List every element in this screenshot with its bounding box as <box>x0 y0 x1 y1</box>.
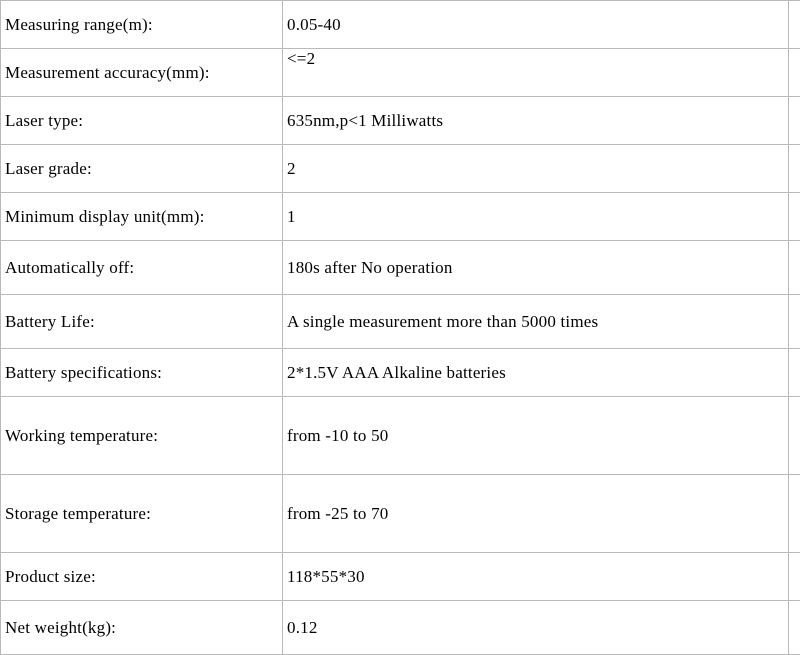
spec-spacer <box>789 553 800 601</box>
table-row: Measurement accuracy(mm): <=2 <box>1 49 800 97</box>
spec-value: 2 <box>283 145 789 193</box>
spec-value: from -10 to 50 <box>283 397 789 475</box>
spec-value: 0.05-40 <box>283 1 789 49</box>
spec-value: 180s after No operation <box>283 241 789 295</box>
spec-label: Product size: <box>1 553 283 601</box>
spec-label: Measuring range(m): <box>1 1 283 49</box>
spec-label: Laser grade: <box>1 145 283 193</box>
table-row: Working temperature: from -10 to 50 <box>1 397 800 475</box>
spec-label: Laser type: <box>1 97 283 145</box>
spec-table: Measuring range(m): 0.05-40 Measurement … <box>0 0 800 655</box>
spec-spacer <box>789 97 800 145</box>
spec-spacer <box>789 349 800 397</box>
spec-label: Battery Life: <box>1 295 283 349</box>
spec-spacer <box>789 193 800 241</box>
table-row: Laser grade: 2 <box>1 145 800 193</box>
spec-label: Battery specifications: <box>1 349 283 397</box>
spec-label: Storage temperature: <box>1 475 283 553</box>
spec-value: 1 <box>283 193 789 241</box>
spec-label: Measurement accuracy(mm): <box>1 49 283 97</box>
table-row: Product size: 118*55*30 <box>1 553 800 601</box>
table-row: Measuring range(m): 0.05-40 <box>1 1 800 49</box>
spec-spacer <box>789 295 800 349</box>
spec-value: 635nm,p<1 Milliwatts <box>283 97 789 145</box>
table-row: Net weight(kg): 0.12 <box>1 601 800 655</box>
spec-spacer <box>789 1 800 49</box>
spec-label: Working temperature: <box>1 397 283 475</box>
spec-label: Net weight(kg): <box>1 601 283 655</box>
spec-spacer <box>789 145 800 193</box>
spec-spacer <box>789 397 800 475</box>
spec-spacer <box>789 49 800 97</box>
spec-value: 118*55*30 <box>283 553 789 601</box>
table-row: Battery specifications: 2*1.5V AAA Alkal… <box>1 349 800 397</box>
spec-label: Minimum display unit(mm): <box>1 193 283 241</box>
spec-value: A single measurement more than 5000 time… <box>283 295 789 349</box>
table-row: Laser type: 635nm,p<1 Milliwatts <box>1 97 800 145</box>
spec-value: 2*1.5V AAA Alkaline batteries <box>283 349 789 397</box>
spec-value: <=2 <box>283 49 789 97</box>
table-row: Minimum display unit(mm): 1 <box>1 193 800 241</box>
table-row: Battery Life: A single measurement more … <box>1 295 800 349</box>
spec-value: from -25 to 70 <box>283 475 789 553</box>
table-row: Automatically off: 180s after No operati… <box>1 241 800 295</box>
spec-spacer <box>789 241 800 295</box>
table-row: Storage temperature: from -25 to 70 <box>1 475 800 553</box>
spec-label: Automatically off: <box>1 241 283 295</box>
spec-spacer <box>789 475 800 553</box>
spec-value: 0.12 <box>283 601 789 655</box>
spec-spacer <box>789 601 800 655</box>
